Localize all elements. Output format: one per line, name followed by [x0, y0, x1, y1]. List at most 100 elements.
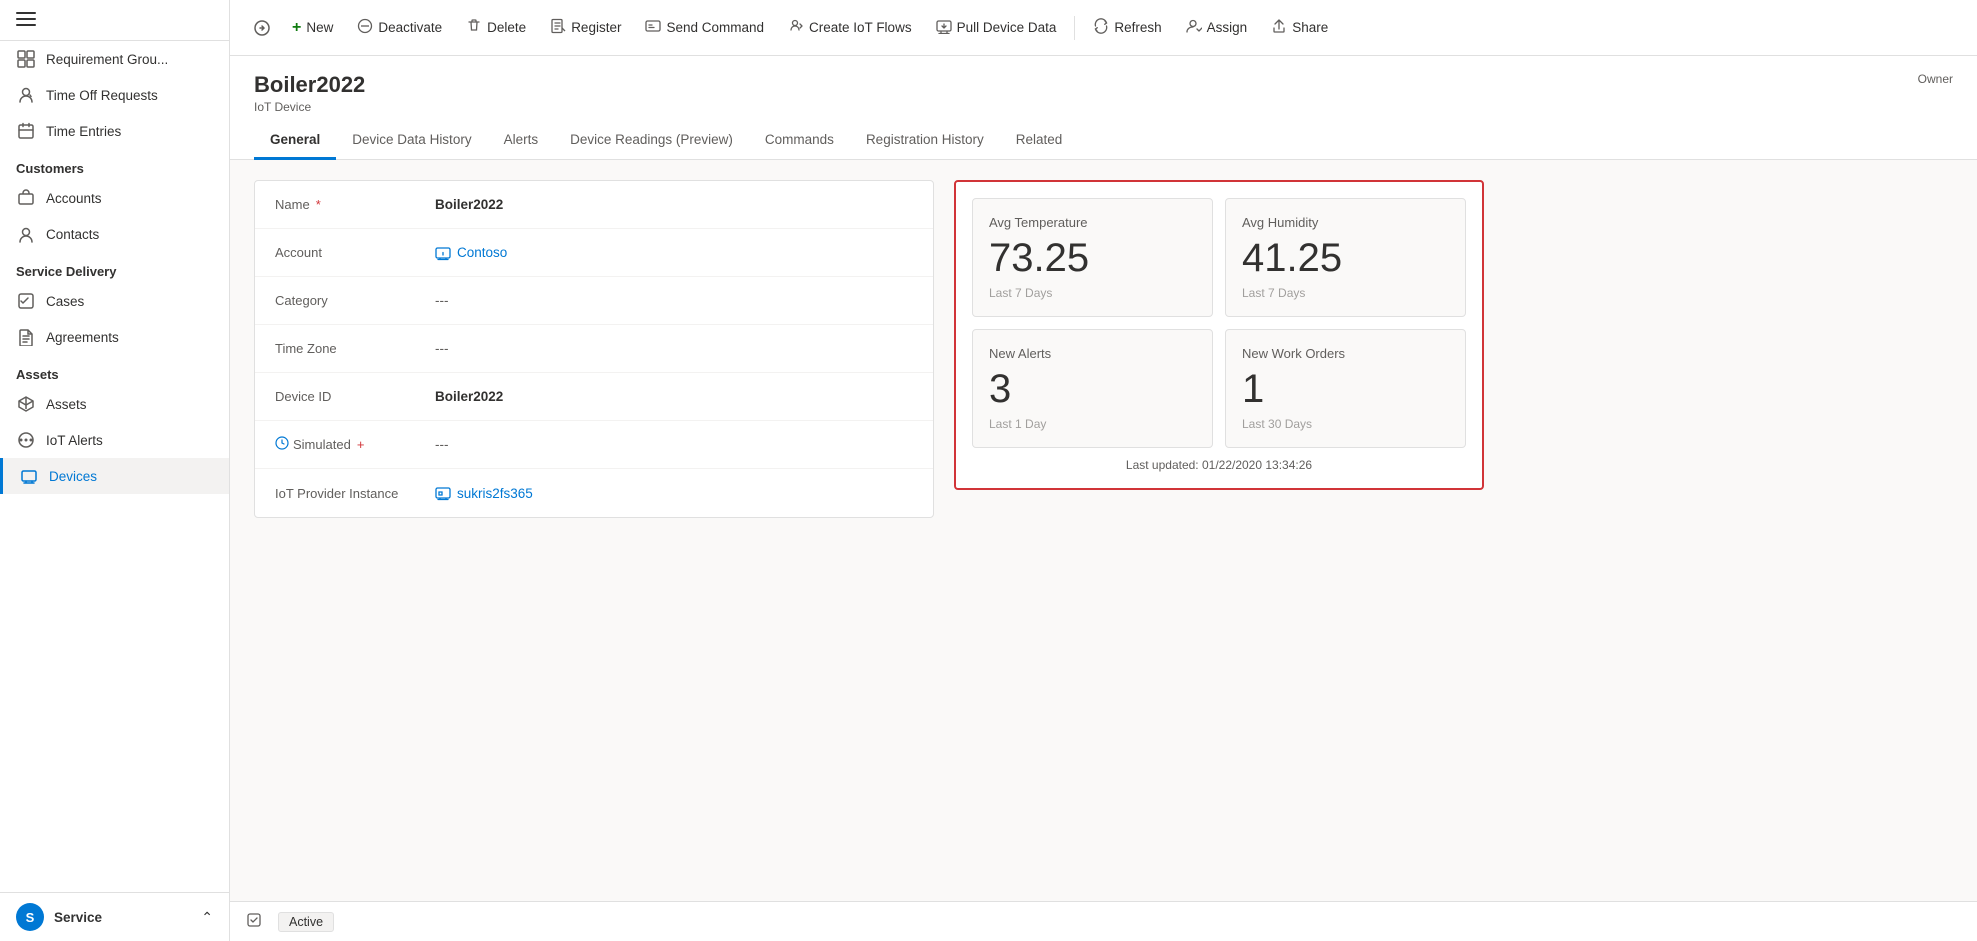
- sidebar-item-label: Contacts: [46, 227, 99, 242]
- required-marker: *: [316, 197, 321, 212]
- tab-alerts[interactable]: Alerts: [488, 122, 555, 160]
- tab-commands[interactable]: Commands: [749, 122, 850, 160]
- new-alerts-value: 3: [989, 369, 1196, 409]
- sidebar-item-accounts[interactable]: Accounts: [0, 180, 229, 216]
- category-value: ---: [435, 293, 913, 308]
- toolbar-separator: [1074, 16, 1075, 40]
- assets-icon: [16, 394, 36, 414]
- time-entries-icon: [16, 121, 36, 141]
- sidebar-item-cases[interactable]: Cases: [0, 283, 229, 319]
- name-label: Name *: [275, 197, 435, 212]
- sidebar-item-label: Requirement Grou...: [46, 52, 168, 67]
- sidebar-footer[interactable]: S Service ⌃: [0, 892, 229, 941]
- share-button[interactable]: Share: [1261, 12, 1338, 44]
- new-alerts-title: New Alerts: [989, 346, 1196, 361]
- pull-device-data-icon: [936, 18, 952, 38]
- record-body: Name * Boiler2022 Account Contoso Catego…: [230, 160, 1977, 901]
- new-button[interactable]: + New: [282, 13, 343, 43]
- accounts-icon: [16, 188, 36, 208]
- share-icon: [1271, 18, 1287, 38]
- deactivate-label: Deactivate: [378, 20, 442, 35]
- simulated-required: +: [357, 437, 365, 452]
- stats-panel: Avg Temperature 73.25 Last 7 Days Avg Hu…: [954, 180, 1484, 881]
- content-area: Boiler2022 IoT Device Owner General Devi…: [230, 56, 1977, 901]
- simulated-label: Simulated +: [275, 436, 435, 453]
- account-label: Account: [275, 245, 435, 260]
- avg-temperature-title: Avg Temperature: [989, 215, 1196, 230]
- avg-humidity-value: 41.25: [1242, 238, 1449, 278]
- sidebar: Requirement Grou... Time Off Requests Ti…: [0, 0, 230, 941]
- form-row-account: Account Contoso: [255, 229, 933, 277]
- refresh-button[interactable]: Refresh: [1083, 12, 1171, 44]
- requirement-group-icon: [16, 49, 36, 69]
- pull-device-data-label: Pull Device Data: [957, 20, 1057, 35]
- avg-temperature-value: 73.25: [989, 238, 1196, 278]
- deactivate-icon: [357, 18, 373, 38]
- customers-section-label: Customers: [0, 149, 229, 180]
- cases-icon: [16, 291, 36, 311]
- sidebar-item-requirement-group[interactable]: Requirement Grou...: [0, 41, 229, 77]
- tab-general[interactable]: General: [254, 122, 336, 160]
- device-id-label: Device ID: [275, 389, 435, 404]
- sidebar-header: [0, 0, 229, 41]
- send-command-button[interactable]: Send Command: [635, 12, 774, 44]
- sidebar-item-contacts[interactable]: Contacts: [0, 216, 229, 252]
- sidebar-item-label: Agreements: [46, 330, 119, 345]
- simulated-value: ---: [435, 437, 913, 452]
- account-value[interactable]: Contoso: [435, 245, 913, 261]
- name-value: Boiler2022: [435, 197, 913, 212]
- time-off-requests-icon: [16, 85, 36, 105]
- sidebar-item-assets[interactable]: Assets: [0, 386, 229, 422]
- create-iot-flows-label: Create IoT Flows: [809, 20, 912, 35]
- sidebar-item-time-off-requests[interactable]: Time Off Requests: [0, 77, 229, 113]
- simulated-icon: [275, 436, 289, 453]
- sidebar-item-label: Time Entries: [46, 124, 121, 139]
- tab-device-data-history[interactable]: Device Data History: [336, 122, 487, 160]
- time-zone-label: Time Zone: [275, 341, 435, 356]
- register-label: Register: [571, 20, 621, 35]
- send-command-label: Send Command: [666, 20, 764, 35]
- create-iot-flows-icon: [788, 18, 804, 38]
- register-button[interactable]: Register: [540, 12, 631, 44]
- refresh-label: Refresh: [1114, 20, 1161, 35]
- send-command-icon: [645, 18, 661, 38]
- sidebar-item-devices[interactable]: Devices: [0, 458, 229, 494]
- hamburger-menu[interactable]: [16, 12, 36, 28]
- tab-related[interactable]: Related: [1000, 122, 1079, 160]
- footer-label: Service: [54, 910, 102, 925]
- pull-device-data-button[interactable]: Pull Device Data: [926, 12, 1067, 44]
- delete-button[interactable]: Delete: [456, 12, 536, 44]
- contacts-icon: [16, 224, 36, 244]
- chevron-right-icon: ⌃: [201, 909, 213, 926]
- iot-provider-value[interactable]: sukris2fs365: [435, 485, 913, 501]
- record-owner: Owner: [1918, 72, 1953, 86]
- assign-button[interactable]: Assign: [1176, 12, 1258, 44]
- form-row-iot-provider: IoT Provider Instance sukris2fs365: [255, 469, 933, 517]
- new-work-orders-period: Last 30 Days: [1242, 417, 1449, 431]
- sidebar-item-label: Accounts: [46, 191, 102, 206]
- back-button[interactable]: [246, 12, 278, 44]
- agreements-icon: [16, 327, 36, 347]
- assign-label: Assign: [1207, 20, 1248, 35]
- status-icon[interactable]: [246, 912, 262, 931]
- tab-device-readings[interactable]: Device Readings (Preview): [554, 122, 749, 160]
- status-tag: Active: [278, 912, 334, 932]
- service-delivery-section-label: Service Delivery: [0, 252, 229, 283]
- delete-icon: [466, 18, 482, 38]
- sidebar-item-label: IoT Alerts: [46, 433, 103, 448]
- new-label: New: [306, 20, 333, 35]
- sidebar-item-agreements[interactable]: Agreements: [0, 319, 229, 355]
- sidebar-item-iot-alerts[interactable]: IoT Alerts: [0, 422, 229, 458]
- stat-card-new-alerts: New Alerts 3 Last 1 Day: [972, 329, 1213, 448]
- form-row-device-id: Device ID Boiler2022: [255, 373, 933, 421]
- avg-humidity-period: Last 7 Days: [1242, 286, 1449, 300]
- stats-grid: Avg Temperature 73.25 Last 7 Days Avg Hu…: [972, 198, 1466, 448]
- deactivate-button[interactable]: Deactivate: [347, 12, 452, 44]
- tab-registration-history[interactable]: Registration History: [850, 122, 1000, 160]
- refresh-icon: [1093, 18, 1109, 38]
- category-label: Category: [275, 293, 435, 308]
- create-iot-flows-button[interactable]: Create IoT Flows: [778, 12, 922, 44]
- sidebar-item-time-entries[interactable]: Time Entries: [0, 113, 229, 149]
- status-bar: Active: [230, 901, 1977, 941]
- sidebar-item-label: Devices: [49, 469, 97, 484]
